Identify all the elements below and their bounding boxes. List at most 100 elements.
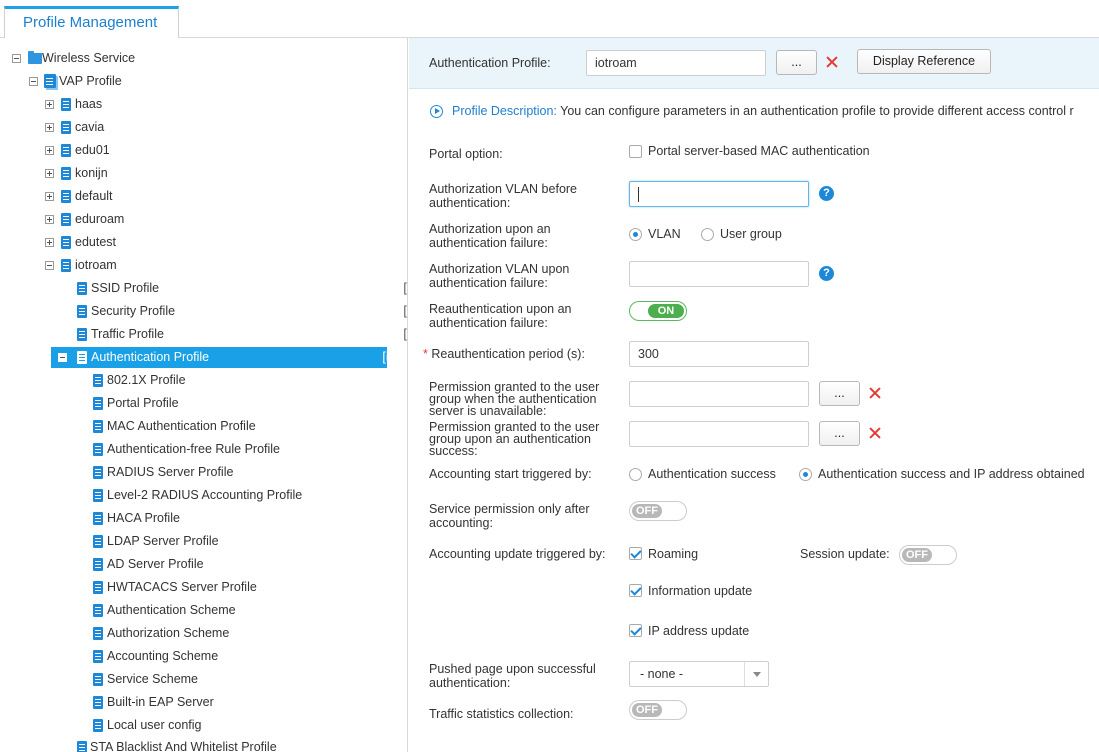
expand-description-icon[interactable] [430, 105, 443, 118]
document-icon [93, 512, 103, 525]
document-icon [93, 627, 103, 640]
ip-update-checkbox[interactable] [629, 624, 642, 637]
tree-node-label: VAP Profile [59, 74, 122, 88]
tree-node[interactable]: default [43, 186, 383, 207]
tree-node[interactable]: MAC Authentication Profile [iotroam] [76, 416, 407, 437]
pushed-page-select[interactable]: - none - [629, 661, 769, 687]
perm-auth-success-browse[interactable]: ... [819, 421, 860, 446]
radio-auth-success-ip[interactable] [799, 468, 812, 481]
ip-update-label: IP address update [648, 624, 750, 638]
tree-node-sta-blacklist[interactable]: STA Blacklist And Whitelist Profile [60, 737, 400, 752]
profile-header-label: Authentication Profile: [429, 56, 551, 70]
auth-vlan-failure-input[interactable] [629, 261, 809, 287]
radio-auth-success[interactable] [629, 468, 642, 481]
collapse-icon[interactable] [45, 261, 54, 270]
tree-node[interactable]: Traffic Profile [iotroam] [60, 324, 407, 345]
clear-icon[interactable] [826, 56, 838, 68]
tree-node[interactable]: konijn [43, 163, 383, 184]
radio-auth-success-label: Authentication success [648, 467, 776, 481]
reauth-failure-toggle[interactable]: ON [629, 301, 687, 321]
tree-node[interactable]: Authentication-free Rule Profile [76, 439, 407, 460]
reauth-period-input[interactable]: 300 [629, 341, 809, 367]
tree-node-tag: [iotroam] [403, 281, 407, 295]
radio-vlan[interactable] [629, 228, 642, 241]
chevron-down-icon[interactable] [744, 662, 768, 686]
tab-profile-management[interactable]: Profile Management [4, 6, 179, 38]
expand-icon[interactable] [45, 215, 54, 224]
expand-icon[interactable] [45, 238, 54, 247]
browse-button[interactable]: ... [776, 50, 817, 75]
tree-node[interactable]: Level-2 RADIUS Accounting Profile [76, 485, 407, 506]
perm-auth-success-input[interactable] [629, 421, 809, 447]
tree-node[interactable]: 802.1X Profile [iotroam] [76, 370, 407, 391]
tree-node[interactable]: RADIUS Server Profile [HHS-R...] [76, 462, 407, 483]
perm-server-unavailable-input[interactable] [629, 381, 809, 407]
tree-node[interactable]: Authorization Scheme [76, 623, 407, 644]
expand-icon[interactable] [45, 146, 54, 155]
clear-icon[interactable] [869, 387, 881, 399]
tree-node[interactable]: Authentication Scheme [iotroam] [76, 600, 407, 621]
document-icon [61, 167, 71, 180]
roaming-checkbox[interactable] [629, 547, 642, 560]
expand-icon[interactable] [45, 192, 54, 201]
tree-node[interactable]: HWTACACS Server Profile [76, 577, 407, 598]
profile-tree: Wireless Service VAP Profile haas cavia ed… [0, 38, 408, 752]
traffic-stats-toggle[interactable]: OFF [629, 700, 687, 720]
collapse-icon[interactable] [12, 54, 21, 63]
profile-name-field[interactable]: iotroam [586, 50, 766, 76]
collapse-icon[interactable] [29, 77, 38, 86]
tree-node[interactable]: haas [43, 94, 383, 115]
tree-node-label: konijn [75, 166, 108, 180]
portal-mac-auth-checkbox[interactable] [629, 145, 642, 158]
display-reference-button[interactable]: Display Reference [857, 49, 991, 74]
session-update-toggle[interactable]: OFF [899, 545, 957, 565]
document-icon [77, 305, 87, 318]
tree-node-vap-profile[interactable]: VAP Profile [27, 71, 367, 92]
service-perm-toggle[interactable]: OFF [629, 501, 687, 521]
help-icon[interactable]: ? [819, 186, 834, 201]
expand-icon[interactable] [45, 100, 54, 109]
collapse-icon[interactable] [58, 353, 67, 362]
tree-node-label: edu01 [75, 143, 110, 157]
tree-node-label: Portal Profile [107, 396, 179, 410]
tree-node[interactable]: AD Server Profile [76, 554, 407, 575]
document-icon [61, 98, 71, 111]
document-icon [93, 374, 103, 387]
tree-node[interactable]: Local user config [76, 715, 407, 736]
tree-node-label: eduroam [75, 212, 125, 226]
expand-icon[interactable] [45, 169, 54, 178]
tree-node[interactable]: Service Scheme [76, 669, 407, 690]
profile-description: Profile Description: You can configure p… [452, 104, 1074, 118]
traffic-stats-label: Traffic statistics collection: [429, 707, 574, 721]
radio-user-group[interactable] [701, 228, 714, 241]
tree-node-label: cavia [75, 120, 105, 134]
clear-icon[interactable] [869, 427, 881, 439]
tree-node[interactable]: eduroam [43, 209, 383, 230]
radio-vlan-label: VLAN [648, 227, 681, 241]
help-icon[interactable]: ? [819, 266, 834, 281]
tree-node[interactable]: Built-in EAP Server [76, 692, 407, 713]
tree-node-label: Wireless Service [42, 51, 136, 65]
perm-server-unavailable-browse[interactable]: ... [819, 381, 860, 406]
tree-node[interactable]: SSID Profile [iotroam] [60, 278, 407, 299]
reauth-period-text: Reauthentication period (s): [431, 347, 585, 361]
tree-node[interactable]: Portal Profile [76, 393, 407, 414]
detail-panel: Authentication Profile: iotroam ... Disp… [409, 38, 1099, 752]
tree-node-wireless-service[interactable]: Wireless Service [10, 48, 350, 69]
tree-node[interactable]: edutest [43, 232, 383, 253]
document-icon [93, 489, 103, 502]
tree-node[interactable]: HACA Profile [76, 508, 407, 529]
expand-icon[interactable] [45, 123, 54, 132]
tree-node[interactable]: edu01 [43, 140, 383, 161]
tree-node[interactable]: Authentication Profile [iotroam] [51, 347, 407, 368]
toggle-state: ON [648, 304, 684, 318]
tree-node-label: AD Server Profile [107, 557, 204, 571]
info-update-checkbox[interactable] [629, 584, 642, 597]
auth-vlan-before-input[interactable] [629, 181, 809, 207]
tree-node[interactable]: cavia [43, 117, 383, 138]
description-title[interactable]: Profile Description: [452, 104, 557, 118]
tree-node[interactable]: Security Profile [iotroam] [60, 301, 407, 322]
tree-node[interactable]: iotroam [43, 255, 383, 276]
tree-node[interactable]: Accounting Scheme [iotroam] [76, 646, 407, 667]
tree-node[interactable]: LDAP Server Profile [76, 531, 407, 552]
